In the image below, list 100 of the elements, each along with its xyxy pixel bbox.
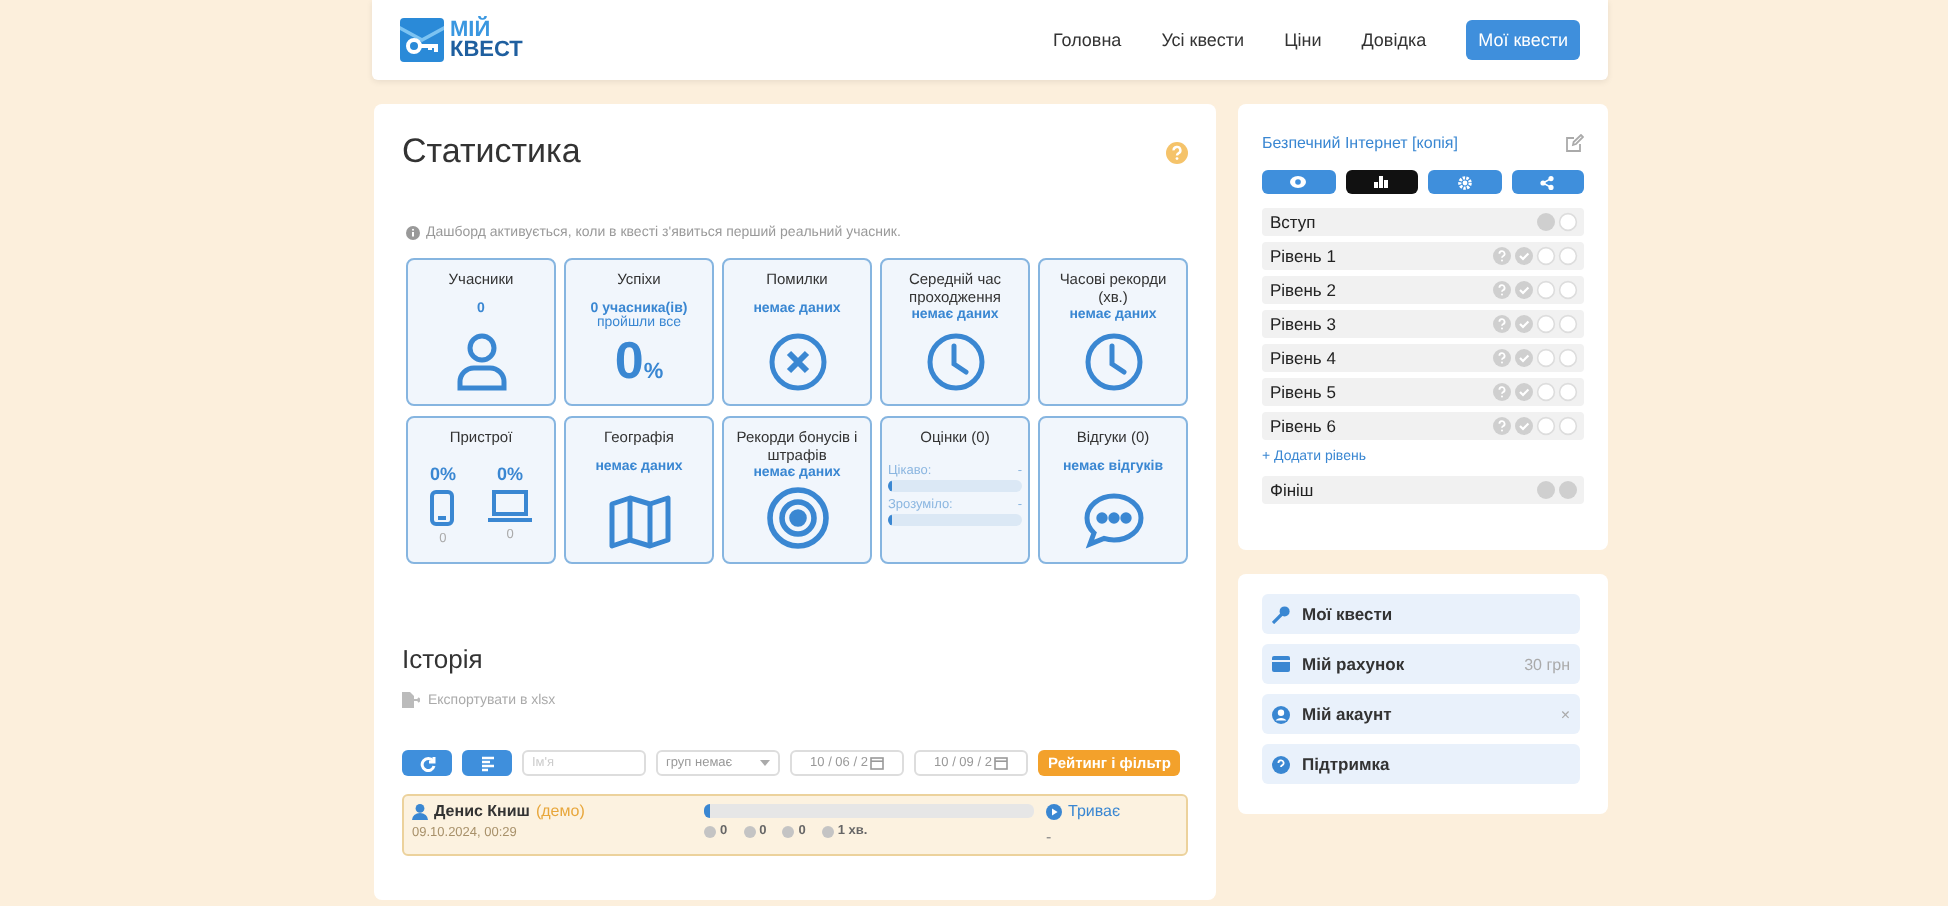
section-title: Історія xyxy=(402,644,485,674)
check-icon xyxy=(1514,246,1534,266)
edit-icon xyxy=(1566,134,1584,152)
logo-text: МІЙ xyxy=(450,20,491,40)
level-row[interactable]: Рівень 5 xyxy=(1262,378,1584,406)
circle-icon xyxy=(1558,416,1578,436)
share-icon xyxy=(1540,175,1555,189)
nav-link[interactable]: Ціни xyxy=(1284,30,1322,50)
level-row[interactable]: Рівень 6 xyxy=(1262,412,1584,440)
play-icon xyxy=(1046,803,1062,819)
dot-icon xyxy=(1536,212,1556,232)
logo-text: КВЕСТ xyxy=(450,40,523,60)
menu-label: Мої квести xyxy=(1302,604,1393,624)
wallet-icon xyxy=(1272,656,1290,672)
level-name: Рівень 6 xyxy=(1270,416,1336,436)
dot-icon xyxy=(821,825,834,837)
circle-icon xyxy=(1558,280,1578,300)
file-icon xyxy=(402,692,420,708)
level-name: Рівень 1 xyxy=(1270,246,1336,266)
chat-icon xyxy=(1081,490,1145,550)
tab[interactable] xyxy=(1345,170,1418,194)
list-button[interactable] xyxy=(462,750,512,776)
circle-icon xyxy=(1558,314,1578,334)
menu-label: Мій рахунок xyxy=(1302,654,1405,674)
phone-icon xyxy=(430,490,455,526)
clock-icon xyxy=(1083,332,1143,392)
person-icon xyxy=(455,332,507,392)
question-icon xyxy=(1492,314,1512,334)
question-icon xyxy=(1492,348,1512,368)
level-row[interactable]: Вступ xyxy=(1262,208,1584,236)
page-title: Статистика xyxy=(402,132,581,172)
dot-icon xyxy=(743,825,756,837)
question-icon xyxy=(1492,280,1512,300)
circle-icon xyxy=(1536,280,1556,300)
calendar-icon xyxy=(993,756,1008,770)
nav-link[interactable]: Головна xyxy=(1052,30,1122,50)
eye-icon xyxy=(1290,176,1307,188)
device-share: 0% xyxy=(429,464,456,484)
level-name: Рівень 5 xyxy=(1270,382,1336,402)
map-icon xyxy=(607,494,671,550)
nav-link[interactable]: Довідка xyxy=(1361,30,1427,50)
level-name: Рівень 3 xyxy=(1270,314,1336,334)
menu-extra: 30 грн xyxy=(1524,655,1570,673)
check-icon xyxy=(1514,348,1534,368)
circle-icon xyxy=(1558,212,1578,232)
circle-icon xyxy=(1536,314,1556,334)
menu-item[interactable]: Підтримка xyxy=(1262,744,1580,784)
refresh-button[interactable] xyxy=(402,750,452,776)
caret-icon xyxy=(760,760,770,766)
level-row[interactable]: Рівень 3 xyxy=(1262,310,1584,338)
circle-icon xyxy=(1558,382,1578,402)
menu-item[interactable]: Мій рахунок 30 грн xyxy=(1262,644,1580,684)
level-row[interactable]: Рівень 1 xyxy=(1262,242,1584,270)
x-circle-icon xyxy=(767,332,827,392)
result-text: - xyxy=(1046,828,1054,846)
check-icon xyxy=(1514,314,1534,334)
question-icon xyxy=(1492,382,1512,402)
percent-value: 0% xyxy=(614,332,664,394)
level-name: Рівень 4 xyxy=(1270,348,1336,368)
menu-label: Підтримка xyxy=(1302,754,1390,774)
check-icon xyxy=(1514,280,1534,300)
menu-extra: × xyxy=(1560,705,1570,723)
level-row[interactable]: Фініш xyxy=(1262,476,1584,504)
level-name: Рівень 2 xyxy=(1270,280,1336,300)
help-icon xyxy=(1166,141,1188,163)
menu-item[interactable]: Мої квести xyxy=(1262,594,1580,634)
user-icon xyxy=(412,803,428,819)
device-share: 0% xyxy=(496,464,523,484)
circle-icon xyxy=(1558,246,1578,266)
level-name: Фініш xyxy=(1270,480,1314,500)
level-row[interactable]: Рівень 4 xyxy=(1262,344,1584,372)
player-name: Денис Книш xyxy=(434,802,530,820)
level-name: Вступ xyxy=(1270,212,1316,232)
chart-icon xyxy=(1374,176,1389,188)
level-row[interactable]: Рівень 2 xyxy=(1262,276,1584,304)
clock-icon xyxy=(925,332,985,392)
dot-icon xyxy=(1536,480,1556,500)
circle-icon xyxy=(1536,416,1556,436)
demo-tag: (демо) xyxy=(535,802,585,820)
menu-item[interactable]: Мій акаунт × xyxy=(1262,694,1580,734)
circle-icon xyxy=(1536,348,1556,368)
dot-icon xyxy=(1558,480,1578,500)
check-icon xyxy=(1514,382,1534,402)
rating-bar xyxy=(888,480,1022,492)
user-icon xyxy=(1272,705,1290,723)
settings-icon xyxy=(1457,175,1472,189)
info-icon xyxy=(406,226,420,240)
help-icon xyxy=(1272,755,1290,773)
quest-title[interactable]: Безпечний Інтернет [копія] xyxy=(1262,134,1458,152)
nav-link[interactable]: Усі квести xyxy=(1161,30,1245,50)
menu-label: Мій акаунт xyxy=(1302,704,1392,724)
rating-bar xyxy=(888,514,1022,526)
question-icon xyxy=(1492,246,1512,266)
refresh-icon xyxy=(419,755,435,771)
question-icon xyxy=(1492,416,1512,436)
circle-icon xyxy=(1536,246,1556,266)
dot-icon xyxy=(782,825,795,837)
logo-icon xyxy=(400,18,444,62)
list-icon xyxy=(479,755,495,771)
dot-icon xyxy=(704,825,716,837)
